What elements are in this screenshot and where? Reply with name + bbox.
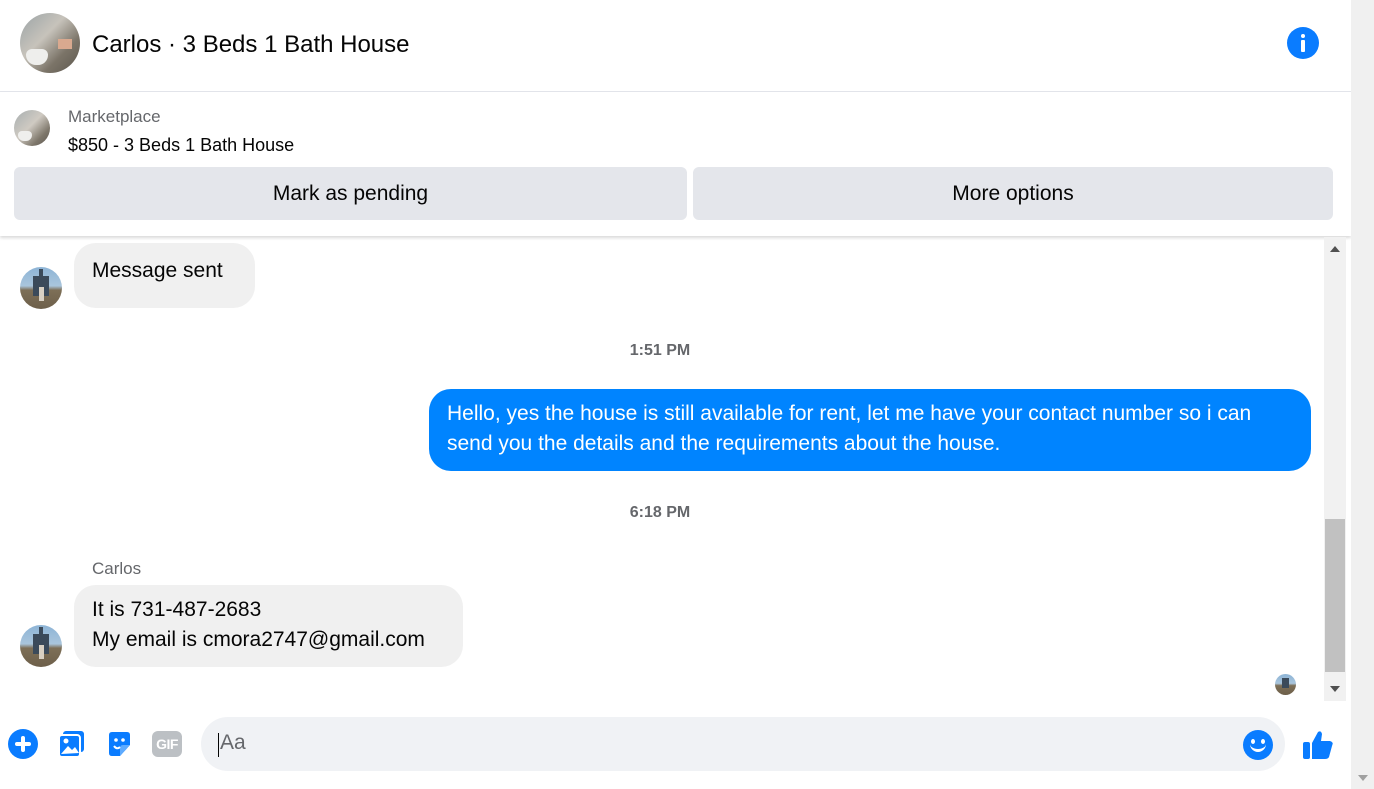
more-options-button[interactable]: More options <box>693 167 1333 220</box>
avatar-building <box>1282 678 1289 688</box>
info-icon[interactable] <box>1287 27 1319 59</box>
page-scrollbar[interactable] <box>1351 0 1374 789</box>
listing-thumbnail[interactable] <box>14 110 50 146</box>
outgoing-message-bubble[interactable]: Hello, yes the house is still available … <box>429 389 1311 471</box>
message-text-line: It is 731-487-2683 <box>92 598 262 621</box>
marketplace-banner: Marketplace $850 - 3 Beds 1 Bath House M… <box>0 92 1351 236</box>
scroll-down-arrow-icon[interactable] <box>1358 775 1368 781</box>
scrollbar-thumb[interactable] <box>1325 519 1345 672</box>
mark-as-pending-button[interactable]: Mark as pending <box>14 167 687 220</box>
bathtub-image <box>26 49 48 65</box>
incoming-message-bubble[interactable]: It is 731-487-2683 My email is cmora2747… <box>74 585 463 667</box>
photo-icon[interactable] <box>57 729 86 759</box>
plus-icon[interactable] <box>8 729 38 759</box>
conversation-title[interactable]: Carlos · 3 Beds 1 Bath House <box>92 31 410 59</box>
carlos-avatar[interactable] <box>20 625 62 667</box>
bathtub-image <box>18 131 32 141</box>
emoji-icon[interactable] <box>1243 730 1273 760</box>
avatar-figure <box>39 645 44 659</box>
scroll-down-arrow-icon[interactable] <box>1330 686 1340 692</box>
message-text: Message sent <box>92 259 223 282</box>
info-dot <box>1301 34 1305 38</box>
gif-icon[interactable]: GIF <box>152 731 182 757</box>
message-scrollbar[interactable] <box>1324 237 1346 701</box>
thumbs-up-icon-svg <box>1303 731 1333 759</box>
towel-image <box>58 39 72 49</box>
messenger-conversation-window: Carlos · 3 Beds 1 Bath House Marketplace… <box>0 0 1351 789</box>
emoji-mouth <box>1250 743 1266 752</box>
scroll-up-arrow-icon[interactable] <box>1330 246 1340 252</box>
sender-name: Carlos <box>92 559 142 578</box>
sticker-icon-svg <box>109 732 130 756</box>
sticker-icon[interactable] <box>105 729 134 759</box>
text-caret <box>218 733 219 757</box>
message-text: Hello, yes the house is still available … <box>447 402 1252 455</box>
carlos-avatar[interactable] <box>20 267 62 309</box>
listing-avatar[interactable] <box>20 13 80 73</box>
timestamp: 6:18 PM <box>629 504 691 521</box>
marketplace-label: Marketplace <box>68 107 161 126</box>
timestamp: 1:51 PM <box>629 342 691 359</box>
conversation-header: Carlos · 3 Beds 1 Bath House <box>0 0 1351 92</box>
incoming-message-bubble[interactable]: Message sent <box>74 243 255 308</box>
seen-indicator-avatar <box>1275 674 1296 695</box>
message-text-line: My email is cmora2747@gmail.com <box>92 628 425 651</box>
avatar-figure <box>39 287 44 301</box>
photo-icon-svg <box>58 731 84 758</box>
info-bar <box>1301 40 1305 52</box>
message-input[interactable]: Aa <box>201 717 1285 771</box>
listing-title[interactable]: $850 - 3 Beds 1 Bath House <box>68 135 294 156</box>
message-input-placeholder: Aa <box>220 731 246 754</box>
thumbs-up-icon[interactable] <box>1301 728 1335 762</box>
message-list: Message sent 1:51 PM Hello, yes the hous… <box>0 237 1323 701</box>
message-composer: GIF Aa <box>0 702 1351 788</box>
